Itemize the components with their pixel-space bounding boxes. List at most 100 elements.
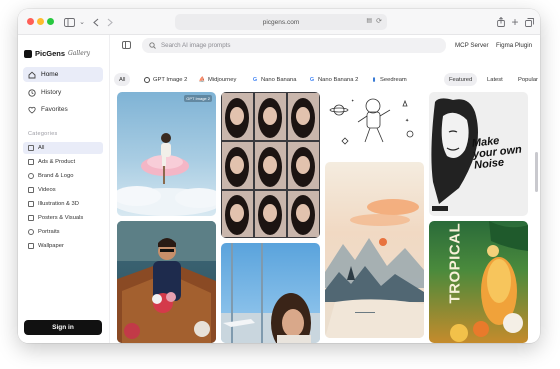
boat-flowers-image <box>117 221 216 343</box>
url-text: picgens.com <box>262 18 300 26</box>
cloud-portrait-image <box>117 133 216 216</box>
category-videos[interactable]: Videos <box>23 184 103 196</box>
chevron-left-icon[interactable] <box>91 15 101 29</box>
gallery-scrollbar[interactable] <box>535 152 538 192</box>
history-icon <box>28 88 36 97</box>
seedream-icon: ▮ <box>372 76 376 83</box>
figma-plugin-link[interactable]: Figma Plugin <box>496 42 532 49</box>
nav-item-favorites[interactable]: Favorites <box>23 102 103 117</box>
filter-gpt-image-2[interactable]: GPT Image 2 <box>139 73 192 86</box>
category-ads-product[interactable]: Ads & Product <box>23 156 103 168</box>
sidebar: PicGens Gallery Home History Favorites C… <box>18 35 110 343</box>
zoom-window-button[interactable] <box>47 18 54 25</box>
card-boat-flowers[interactable] <box>117 221 216 343</box>
card-ink-landscape[interactable] <box>325 162 424 338</box>
category-posters-visuals[interactable]: Posters & Visuals <box>23 212 103 224</box>
google-icon: G <box>309 76 315 83</box>
home-icon <box>28 71 36 79</box>
sidebar-toggle-icon[interactable] <box>122 41 131 49</box>
card-cloud-portrait[interactable]: GPT Image 2 <box>117 92 216 216</box>
brand-logo[interactable]: PicGens Gallery <box>24 49 90 58</box>
filter-label: All <box>119 76 126 83</box>
category-label: Portraits <box>38 229 60 235</box>
refresh-icon[interactable]: ⟳ <box>376 17 382 25</box>
brand-sub: Gallery <box>68 50 91 57</box>
card-selfie-grid[interactable] <box>221 92 320 238</box>
tabs-icon[interactable] <box>524 15 534 29</box>
top-bar: Search AI image prompts MCP Server Figma… <box>110 35 540 57</box>
category-portraits[interactable]: Portraits <box>23 226 103 238</box>
filter-midjourney[interactable]: ⛵ Midjourney <box>194 73 241 86</box>
translate-icon[interactable]: ▤ <box>366 17 372 24</box>
chevron-down-icon[interactable]: ⌄ <box>78 15 86 29</box>
filter-seedream[interactable]: ▮ Seedream <box>366 73 412 86</box>
sort-featured[interactable]: Featured <box>444 73 478 86</box>
brand-name: PicGens <box>35 49 66 58</box>
selfie-grid-image <box>222 93 319 237</box>
svg-text:✦: ✦ <box>351 98 355 103</box>
sort-latest[interactable]: Latest <box>482 73 508 86</box>
nav-item-label: Favorites <box>41 106 68 113</box>
filter-all[interactable]: All <box>114 73 131 86</box>
wallpaper-icon <box>28 243 34 249</box>
category-label: Wallpaper <box>38 243 64 249</box>
palette-icon <box>28 173 34 179</box>
sign-in-button[interactable]: Sign in <box>24 320 102 335</box>
image-icon <box>28 215 34 221</box>
plus-icon[interactable]: + <box>510 15 520 29</box>
cube-icon <box>28 201 34 207</box>
filter-label: GPT Image 2 <box>153 76 188 83</box>
nav-item-home[interactable]: Home <box>23 67 103 82</box>
video-icon <box>28 187 34 193</box>
card-airport-selfie[interactable] <box>221 243 320 343</box>
filter-nano-banana[interactable]: G Nano Banana <box>247 73 301 86</box>
sidebar-icon[interactable] <box>61 15 77 29</box>
category-illustration-3d[interactable]: Illustration & 3D <box>23 198 103 210</box>
tropical-drink-image <box>450 221 528 342</box>
filter-label: Seedream <box>380 76 407 83</box>
category-label: Ads & Product <box>38 159 76 165</box>
filter-bar: All GPT Image 2 ⛵ Midjourney G Nano Bana… <box>110 73 540 87</box>
nav-item-history[interactable]: History <box>23 85 103 100</box>
minimize-window-button[interactable] <box>37 18 44 25</box>
browser-titlebar: ⌄ picgens.com ⟳ ▤ + <box>18 9 540 35</box>
astronaut-sketch-image: ✦ ✦ <box>329 98 414 145</box>
category-all[interactable]: All <box>23 142 103 154</box>
airport-selfie-image <box>221 243 320 343</box>
filter-nano-banana-2[interactable]: G Nano Banana 2 <box>304 73 363 86</box>
chevron-right-icon[interactable] <box>105 15 115 29</box>
svg-text:✦: ✦ <box>405 118 409 124</box>
sort-label: Latest <box>487 76 503 83</box>
search-placeholder: Search AI image prompts <box>161 42 231 49</box>
model-tag: GPT Image 2 <box>184 95 212 102</box>
sort-label: Featured <box>449 76 473 83</box>
filter-label: Nano Banana 2 <box>318 76 359 83</box>
category-label: Illustration & 3D <box>38 201 79 207</box>
search-input[interactable]: Search AI image prompts <box>142 38 446 53</box>
category-label: All <box>38 145 45 151</box>
share-icon[interactable] <box>496 15 506 29</box>
category-wallpaper[interactable]: Wallpaper <box>23 240 103 252</box>
image-gallery: GPT Image 2 ✦ ✦ Make your own Noise TROP… <box>110 92 540 343</box>
mcp-server-link[interactable]: MCP Server <box>455 42 489 49</box>
category-label: Videos <box>38 187 56 193</box>
sort-popular[interactable]: Popular <box>513 73 540 86</box>
categories-heading: Categories <box>28 131 58 137</box>
nav-item-label: History <box>41 89 62 96</box>
card-make-your-own-noise[interactable]: Make your own Noise <box>429 92 528 216</box>
search-icon <box>149 42 156 49</box>
card-tropical-drink[interactable]: TROPICAL <box>429 221 528 343</box>
address-bar[interactable]: picgens.com ⟳ ▤ <box>175 14 387 30</box>
grid-icon <box>28 145 34 151</box>
filter-label: Nano Banana <box>261 76 297 83</box>
bag-icon <box>28 159 34 165</box>
heart-icon <box>28 106 36 114</box>
category-label: Brand & Logo <box>38 173 74 179</box>
card-astronaut-sketch[interactable]: ✦ ✦ <box>325 92 424 154</box>
close-window-button[interactable] <box>27 18 34 25</box>
google-icon: G <box>252 76 258 83</box>
ink-landscape-image <box>325 199 424 338</box>
sort-label: Popular <box>518 76 538 83</box>
category-brand-logo[interactable]: Brand & Logo <box>23 170 103 182</box>
poster-text: Make your own Noise <box>471 134 523 172</box>
